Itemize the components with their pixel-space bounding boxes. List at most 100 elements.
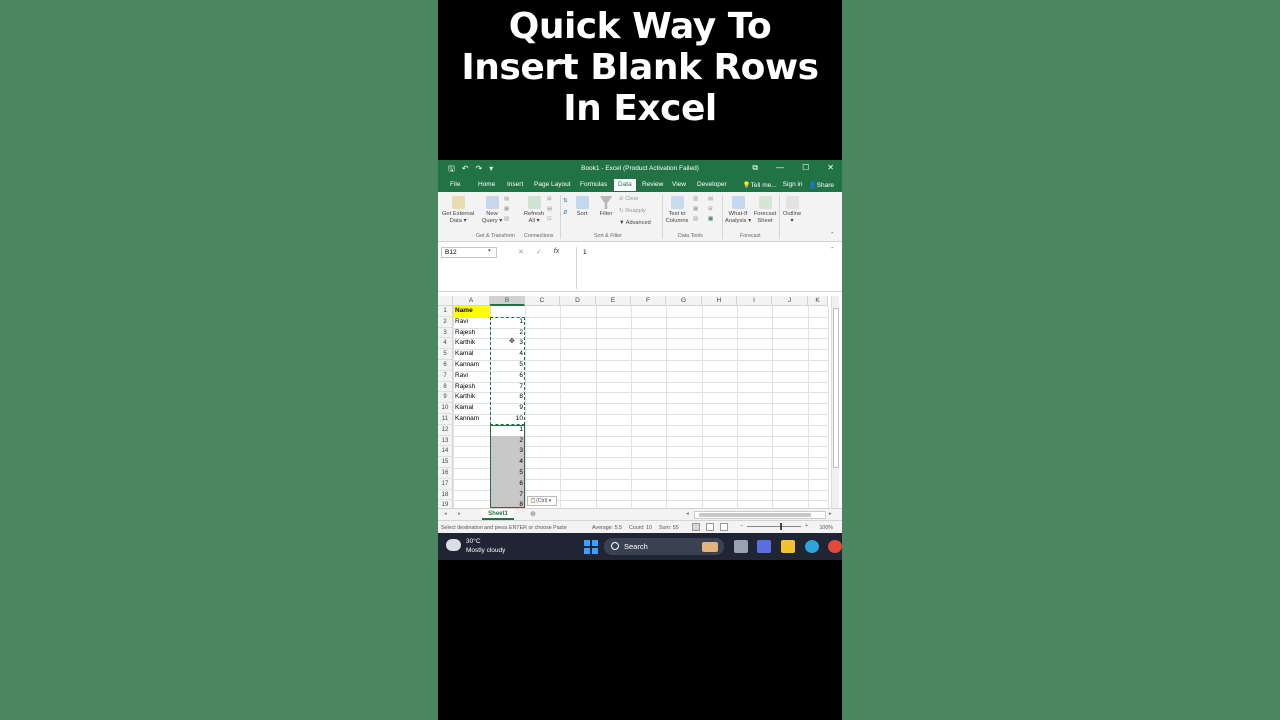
text-to-columns-button[interactable]: Text to Columns xyxy=(664,196,690,225)
get-external-data-button[interactable]: Get External Data ▾ xyxy=(440,196,476,225)
tab-page-layout[interactable]: Page Layout xyxy=(534,181,571,188)
flash-fill-icon[interactable]: ▥ xyxy=(693,196,698,202)
tab-file[interactable]: File xyxy=(450,181,460,188)
row-header[interactable]: 19 xyxy=(438,500,453,508)
taskbar-search[interactable]: Search xyxy=(604,538,724,555)
row-header[interactable]: 13 xyxy=(438,435,453,447)
row-header[interactable]: 17 xyxy=(438,478,453,490)
page-layout-view-button[interactable] xyxy=(706,523,714,531)
recent-sources-icon[interactable]: ▧ xyxy=(504,216,509,222)
horizontal-scroll-thumb[interactable] xyxy=(699,513,811,517)
cell-a[interactable]: Kannam xyxy=(454,414,490,425)
data-validation-icon[interactable]: ▧ xyxy=(693,216,698,222)
cell-a[interactable] xyxy=(454,436,490,447)
page-break-view-button[interactable] xyxy=(720,523,728,531)
sheet-tab-sheet1[interactable]: Sheet1 xyxy=(482,509,514,520)
row-header[interactable]: 5 xyxy=(438,349,453,360)
cell-a[interactable]: Karthik xyxy=(454,338,490,349)
column-header-i[interactable]: I xyxy=(737,296,772,306)
tab-formulas[interactable]: Formulas xyxy=(580,181,607,188)
normal-view-button[interactable] xyxy=(692,523,700,531)
cell-a[interactable]: Ravi xyxy=(454,371,490,382)
chrome-icon[interactable] xyxy=(828,540,842,553)
tab-view[interactable]: View xyxy=(672,181,686,188)
cell-a[interactable]: Karthik xyxy=(454,392,490,403)
next-sheet-icon[interactable]: ▸ xyxy=(458,511,461,517)
close-button[interactable]: ✕ xyxy=(827,163,834,173)
zoom-in-button[interactable]: + xyxy=(805,523,808,529)
enter-icon[interactable]: ✓ xyxy=(536,248,542,256)
header-cell-name[interactable]: Name xyxy=(454,306,490,317)
cell-b[interactable] xyxy=(491,306,525,317)
manage-data-model-icon[interactable]: ▦ xyxy=(708,216,713,222)
share-button[interactable]: 👤Share xyxy=(809,181,834,189)
cell-a[interactable]: Rajesh xyxy=(454,382,490,393)
row-header[interactable]: 8 xyxy=(438,381,453,393)
advanced-button[interactable]: ▼ Advanced xyxy=(619,220,651,226)
cell-a[interactable] xyxy=(454,425,490,436)
clear-button[interactable]: ⊘ Clear xyxy=(619,196,639,202)
column-header-g[interactable]: G xyxy=(666,296,702,306)
sort-az-icon[interactable]: ⇅ xyxy=(563,198,568,204)
show-queries-icon[interactable]: ▤ xyxy=(504,196,509,202)
expand-formula-bar-icon[interactable]: ⌃ xyxy=(830,247,835,253)
what-if-analysis-button[interactable]: What-If Analysis ▾ xyxy=(724,196,752,225)
column-header-c[interactable]: C xyxy=(525,296,560,306)
forecast-sheet-button[interactable]: Forecast Sheet xyxy=(752,196,778,225)
worksheet-grid[interactable]: A B C D E F G H I J K 1 Name 2 Ravi 1 3 Rajesh… xyxy=(438,296,842,508)
column-header-b[interactable]: B xyxy=(490,296,525,306)
row-header[interactable]: 9 xyxy=(438,392,453,404)
teams-icon[interactable] xyxy=(757,540,771,553)
cell-a[interactable] xyxy=(454,490,490,501)
cell-a[interactable] xyxy=(454,446,490,457)
row-header[interactable]: 14 xyxy=(438,446,453,458)
tab-data[interactable]: Data xyxy=(614,179,636,191)
column-header-k[interactable]: K xyxy=(808,296,828,306)
tab-home[interactable]: Home xyxy=(478,181,495,188)
row-header[interactable]: 16 xyxy=(438,468,453,479)
column-header-h[interactable]: H xyxy=(702,296,737,306)
scroll-left-icon[interactable]: ◂ xyxy=(686,511,689,517)
ribbon-display-icon[interactable]: ⧉ xyxy=(752,163,758,173)
minimize-button[interactable]: — xyxy=(776,163,784,173)
row-header[interactable]: 7 xyxy=(438,370,453,382)
reapply-button[interactable]: ↻ Reapply xyxy=(619,208,646,214)
windows-start-icon[interactable] xyxy=(584,540,598,554)
cell-a[interactable]: Kamal xyxy=(454,349,490,360)
select-all-corner[interactable] xyxy=(438,296,453,306)
row-header[interactable]: 2 xyxy=(438,316,453,328)
cell-a[interactable] xyxy=(454,457,490,468)
vertical-scroll-thumb[interactable] xyxy=(833,308,839,468)
row-header[interactable]: 3 xyxy=(438,327,453,339)
row-header[interactable]: 1 xyxy=(438,306,453,317)
from-table-icon[interactable]: ▦ xyxy=(504,206,509,212)
row-header[interactable]: 10 xyxy=(438,403,453,414)
zoom-out-button[interactable]: − xyxy=(740,523,743,529)
properties-icon[interactable]: ▤ xyxy=(547,206,552,212)
row-header[interactable]: 4 xyxy=(438,338,453,350)
cell-a[interactable]: Ravi xyxy=(454,317,490,328)
row-header[interactable]: 18 xyxy=(438,489,453,501)
scroll-right-icon[interactable]: ▸ xyxy=(829,511,832,517)
name-box-dropdown-icon[interactable]: ▾ xyxy=(488,248,491,254)
refresh-all-button[interactable]: Refresh All ▾ xyxy=(520,196,548,225)
task-view-icon[interactable] xyxy=(734,540,748,553)
formula-input[interactable]: 1 xyxy=(576,247,838,289)
new-query-button[interactable]: New Query ▾ xyxy=(478,196,506,225)
edit-links-icon[interactable]: ⊡ xyxy=(547,216,552,222)
sort-button[interactable]: Sort xyxy=(571,196,593,218)
cell-a[interactable]: Kannam xyxy=(454,360,490,371)
file-explorer-icon[interactable] xyxy=(781,540,795,553)
zoom-level[interactable]: 100% xyxy=(819,525,833,531)
column-header-e[interactable]: E xyxy=(596,296,631,306)
column-header-f[interactable]: F xyxy=(631,296,666,306)
outline-button[interactable]: Outline ▾ xyxy=(780,196,804,225)
relationships-icon[interactable]: ⊞ xyxy=(708,206,713,212)
zoom-slider-thumb[interactable] xyxy=(780,522,783,530)
sort-za-icon[interactable]: ⇵ xyxy=(563,210,568,216)
new-sheet-icon[interactable]: ⊕ xyxy=(530,510,536,518)
vertical-scrollbar[interactable] xyxy=(831,296,839,508)
insert-function-icon[interactable]: fx xyxy=(554,248,559,256)
horizontal-scrollbar[interactable] xyxy=(694,511,826,519)
cell-a[interactable]: Kamal xyxy=(454,403,490,414)
